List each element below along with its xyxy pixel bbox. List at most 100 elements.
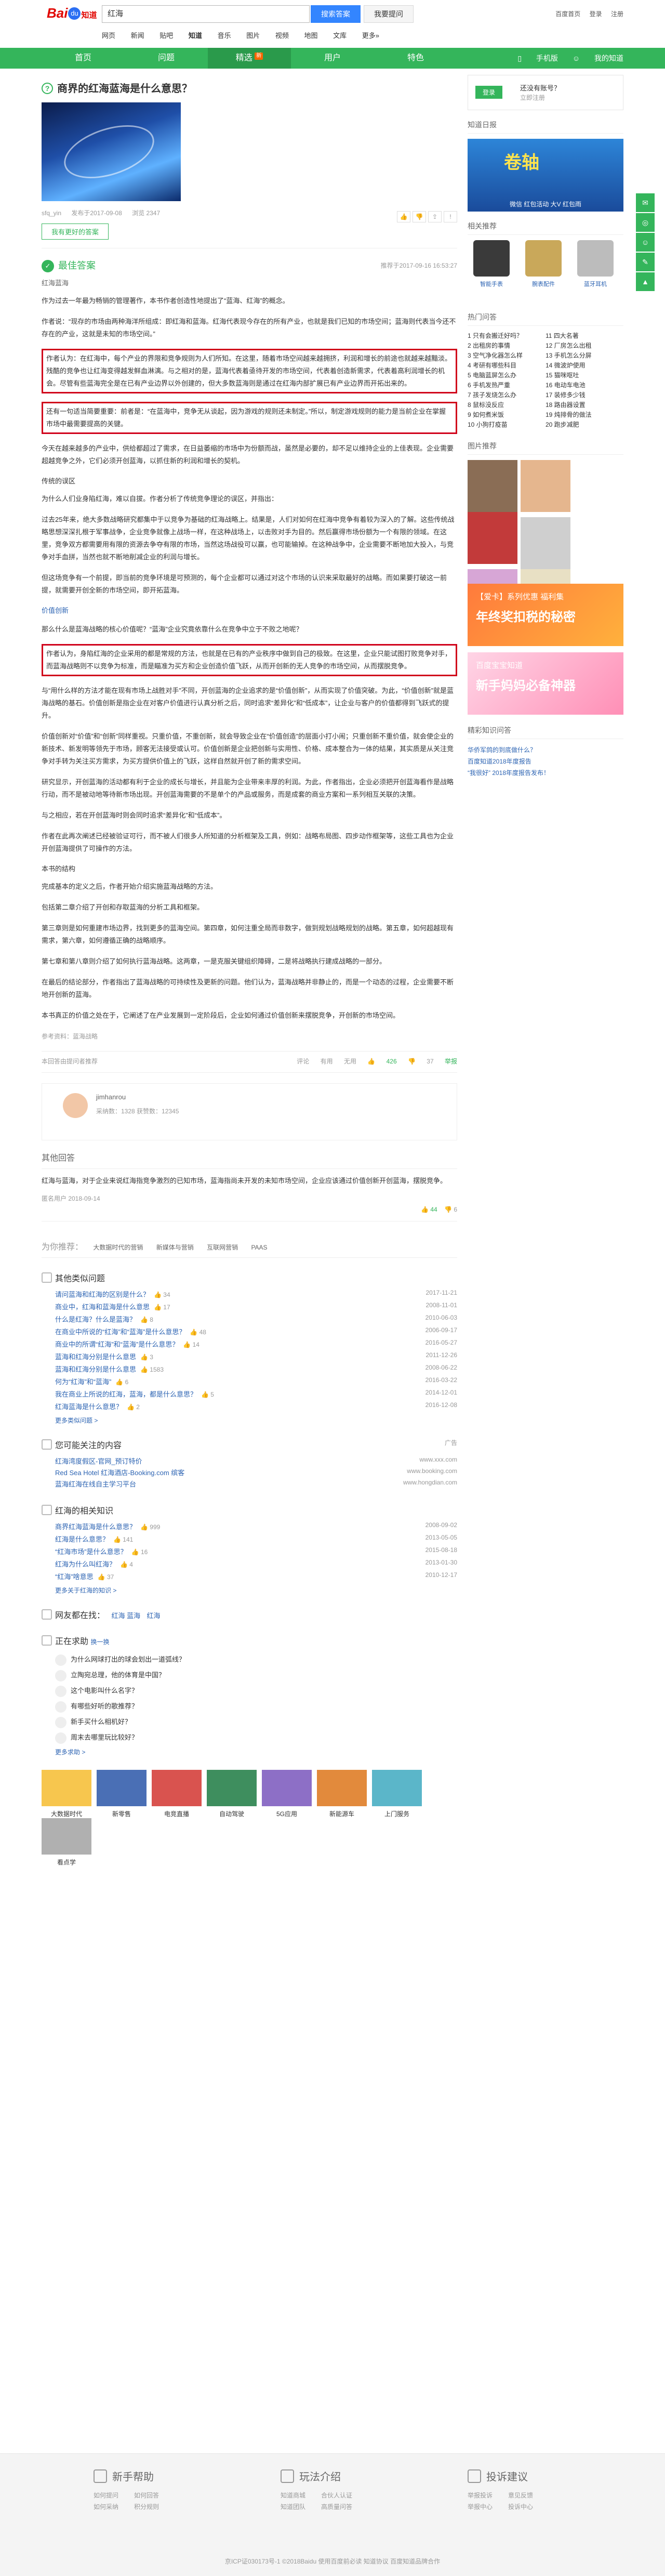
question-image[interactable] [42,102,181,201]
list-item-link[interactable]: 商业中的所谓“红海”和“蓝海”是什么意思？ [55,1340,179,1348]
list-item-link[interactable]: 商界红海蓝海是什么意思？ [55,1523,136,1531]
knowledge-more-link[interactable]: 更多关于红海的知识 > [42,1586,457,1595]
side-bottom-link[interactable]: 华侨军鸽的到底做什么？ [468,744,623,756]
better-answer-button[interactable]: 我有更好的答案 [42,224,109,240]
nav-news[interactable]: 新闻 [131,32,144,40]
hot-item[interactable]: 2 出租房的事情 [468,341,546,351]
list-item-link[interactable]: 在商业中所说的“红海”和“蓝海”是什么意思？ [55,1328,185,1336]
recommend-tag[interactable]: PAAS [251,1244,267,1251]
answer-dislike-button[interactable]: 👎 37 [408,1058,434,1065]
hot-item[interactable]: 12 厂房怎么出租 [546,341,623,351]
share-icon[interactable]: ⇪ [428,211,442,222]
report-icon[interactable]: ! [444,211,457,222]
gnav-featured[interactable]: 精选 新 [208,48,291,69]
hot-item[interactable]: 15 猫咪呕吐 [546,371,623,380]
list-item[interactable]: 商业中，红海和蓝海是什么意思 👍 17 2008-11-01 [55,1302,457,1314]
hot-item[interactable]: 18 路由器设置 [546,400,623,410]
list-item-link[interactable]: 红海蓝海是什么意思？ [55,1403,123,1411]
value-innovation-link[interactable]: 价值创新 [42,605,457,615]
recent-item[interactable]: 这个电影叫什么名字？ [55,1683,457,1699]
thumb-item[interactable]: 5G应用 [262,1770,312,1818]
avatar[interactable] [63,1093,88,1118]
list-item[interactable]: 在商业中所说的“红海”和“蓝海”是什么意思？ 👍 48 2006-09-17 [55,1326,457,1339]
wechat-icon[interactable]: ✉ [636,193,655,212]
list-item-link[interactable]: 请问蓝海和红海的区别是什么？ [55,1291,150,1298]
hot-item[interactable]: 5 电脑蓝屏怎么办 [468,371,546,380]
answer-like-button[interactable]: 👍 426 [367,1058,396,1065]
list-item-link[interactable]: 什么是红海？什么是蓝海？ [55,1316,136,1323]
gnav-special[interactable]: 特色 [374,48,457,69]
footer-link[interactable]: 投诉中心 [508,2501,549,2513]
list-item[interactable]: 我在商业上所说的红海，蓝海，都是什么意思？ 👍 5 2014-12-01 [55,1389,457,1401]
hot-item[interactable]: 3 空气净化器怎么样 [468,351,546,361]
list-item[interactable]: 蓝海红海在线自主学习平台 www.hongdian.com [55,1479,457,1490]
list-item-link[interactable]: “红海”啥意思 [55,1573,94,1581]
hot-item[interactable]: 16 电动车电池 [546,380,623,390]
list-item-link[interactable]: 蓝海红海在线自主学习平台 [55,1480,136,1488]
hot-item[interactable]: 7 孩子发烧怎么办 [468,390,546,400]
product-item[interactable]: 腕表配件 [520,240,567,288]
list-item[interactable]: “红海市场”是什么意思？ 👍 16 2015-08-18 [55,1546,457,1559]
hot-item[interactable]: 4 考研有哪些科目 [468,361,546,371]
answerer-name[interactable]: jimhanrou [96,1093,126,1101]
footer-link[interactable]: 知道团队 [281,2501,321,2513]
weibo-icon[interactable]: ◎ [636,213,655,232]
thumb-item[interactable]: 大数据时代 [42,1770,91,1818]
list-item-link[interactable]: 我在商业上所说的红海，蓝海，都是什么意思？ [55,1390,197,1398]
footer-link[interactable]: 积分规则 [134,2501,175,2513]
side-register-link[interactable]: 立即注册 [520,93,545,102]
mobile-link[interactable]: ▯ 手机版 [517,54,558,62]
list-item[interactable]: 什么是红海？什么是蓝海？ 👍 8 2010-06-03 [55,1314,457,1326]
qq-icon[interactable]: ☺ [636,233,655,252]
footer-link[interactable]: 意见反馈 [508,2490,549,2501]
my-zhidao-link[interactable]: ☺ 我的知道 [573,54,623,62]
image-thumb[interactable] [521,460,570,512]
recent-item[interactable]: 为什么网球打出的球会划出一道弧线？ [55,1652,457,1667]
list-item[interactable]: 蓝海和红海分别是什么意思 👍 3 2011-12-26 [55,1351,457,1364]
asker-name[interactable]: sfq_yin [42,209,61,217]
hot-item[interactable]: 9 如何煮米饭 [468,410,546,420]
promo-banner[interactable]: 卷轴 微信 红包活动 大V 红包雨 [468,139,623,212]
footer-link[interactable]: 举报投诉 [468,2490,508,2501]
hot-item[interactable]: 10 小狗打疫苗 [468,420,546,430]
list-item[interactable]: 商界红海蓝海是什么意思？ 👍 999 2008-09-02 [55,1521,457,1534]
hot-item[interactable]: 1 只有会搬迁好吗？ [468,331,546,341]
product-item[interactable]: 智能手表 [468,240,515,288]
baidu-zhidao-logo[interactable]: Bai du 知道 [47,5,99,24]
hot-item[interactable]: 20 跑步减肥 [546,420,623,430]
netfriends-link[interactable]: 红海 [147,1612,161,1620]
list-item[interactable]: 商业中的所谓“红海”和“蓝海”是什么意思？ 👍 14 2016-05-27 [55,1339,457,1351]
hot-item[interactable]: 8 鼠标没反应 [468,400,546,410]
hot-item[interactable]: 6 手机发热严重 [468,380,546,390]
list-item-link[interactable]: 商业中，红海和蓝海是什么意思 [55,1303,150,1311]
footer-link[interactable]: 如何提问 [94,2490,134,2501]
useless-button[interactable]: 无用 [344,1058,356,1065]
footer-link[interactable]: 知道商城 [281,2490,321,2501]
ask-button[interactable]: 我要提问 [364,5,414,23]
recommend-tag[interactable]: 大数据时代的营销 [93,1244,143,1251]
other-dislike-button[interactable]: 👎 6 [444,1206,457,1213]
refresh-link[interactable]: 换一换 [90,1638,109,1646]
recent-item[interactable]: 有哪些好听的歌推荐？ [55,1699,457,1714]
thumb-item[interactable]: 上门服务 [372,1770,422,1818]
search-button[interactable]: 搜索答案 [311,5,361,23]
dislike-icon[interactable]: 👎 [413,211,426,222]
netfriends-link[interactable]: 红海 蓝海 [111,1612,140,1620]
comment-button[interactable]: 评论 [297,1058,309,1065]
login-link[interactable]: 登录 [590,10,602,18]
like-icon[interactable]: 👍 [397,211,410,222]
recent-more-link[interactable]: 更多求助 > [42,1747,457,1756]
thumb-item[interactable]: 新零售 [97,1770,147,1818]
footer-link[interactable]: 举报中心 [468,2501,508,2513]
gnav-home[interactable]: 首页 [42,48,125,69]
hot-item[interactable]: 14 微波炉使用 [546,361,623,371]
side-bottom-link[interactable]: “我很好” 2018年度报告发布！ [468,767,623,779]
thumb-item[interactable]: 电竞直播 [152,1770,202,1818]
thumb-item[interactable]: 新能源车 [317,1770,367,1818]
ad-banner-1[interactable]: 【爱卡】系列优惠 福利集 年终奖扣税的秘密 [468,584,623,646]
recommend-tag[interactable]: 新媒体与营销 [156,1244,194,1251]
hot-item[interactable]: 13 手机怎么分屏 [546,351,623,361]
thumb-item[interactable]: 看点学 [42,1818,91,1867]
list-item[interactable]: 蓝海和红海分别是什么意思 👍 1583 2008-06-22 [55,1364,457,1376]
list-item-link[interactable]: 红海为什么叫红海？ [55,1560,116,1568]
